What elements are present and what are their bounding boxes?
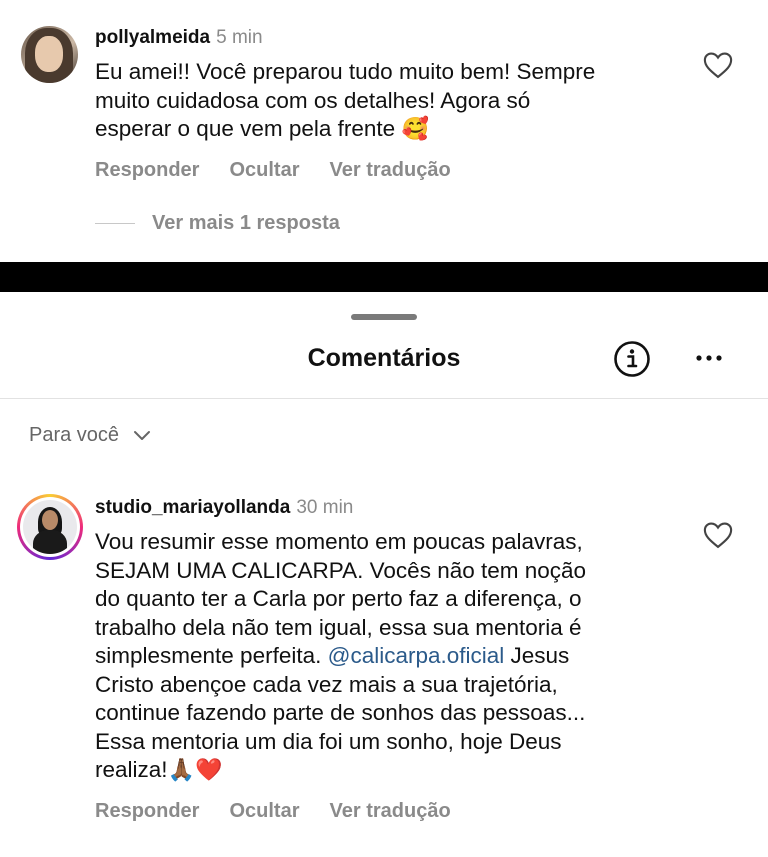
filter-label[interactable]: Para você <box>29 424 119 447</box>
username-label[interactable]: studio_mariayollanda <box>95 497 290 518</box>
reply-button[interactable]: Responder <box>95 159 199 182</box>
drag-handle[interactable] <box>351 314 417 320</box>
sheet-backdrop <box>0 262 768 292</box>
mention-link[interactable]: @calicarpa.oficial <box>328 643 505 668</box>
hide-button[interactable]: Ocultar <box>229 159 299 182</box>
comment-actions: Responder Ocultar Ver tradução <box>95 800 451 823</box>
heart-outline-icon[interactable] <box>703 51 733 79</box>
comment-username[interactable]: pollyalmeida 5 min <box>95 27 263 49</box>
username-label[interactable]: pollyalmeida <box>95 27 210 48</box>
previous-comment-panel: pollyalmeida 5 min Eu amei!! Você preparo… <box>0 0 768 262</box>
comment-time: 5 min <box>216 27 263 48</box>
reply-button[interactable]: Responder <box>95 800 199 823</box>
praying-hands-red-heart-emoji: 🙏🏾❤️ <box>167 757 223 782</box>
comment-actions: Responder Ocultar Ver tradução <box>95 159 451 182</box>
view-more-replies-label[interactable]: Ver mais 1 resposta <box>152 212 340 235</box>
avatar-story-ring[interactable] <box>17 494 83 560</box>
header-divider <box>0 398 768 399</box>
info-circle-icon[interactable] <box>613 340 651 378</box>
more-horizontal-icon[interactable] <box>694 348 724 368</box>
heart-outline-icon[interactable] <box>703 521 733 549</box>
hide-button[interactable]: Ocultar <box>229 800 299 823</box>
avatar[interactable] <box>21 26 78 83</box>
comment-username[interactable]: studio_mariayollanda 30 min <box>95 497 353 519</box>
chevron-down-icon[interactable] <box>133 430 151 442</box>
comment-text: Vou resumir esse momento em poucas palav… <box>95 529 587 782</box>
comment-time: 30 min <box>296 497 354 518</box>
sort-filter-dropdown[interactable]: Para você <box>29 424 151 447</box>
see-translation-button[interactable]: Ver tradução <box>330 800 451 823</box>
sheet-title: Comentários <box>307 344 461 372</box>
comment-text: Eu amei!! Você preparou tudo muito bem! … <box>95 59 596 141</box>
avatar[interactable] <box>20 497 80 557</box>
replies-divider <box>95 223 135 224</box>
see-translation-button[interactable]: Ver tradução <box>330 159 451 182</box>
view-more-replies[interactable]: Ver mais 1 resposta <box>95 212 340 235</box>
smiling-face-with-hearts-emoji: 🥰 <box>401 116 429 141</box>
